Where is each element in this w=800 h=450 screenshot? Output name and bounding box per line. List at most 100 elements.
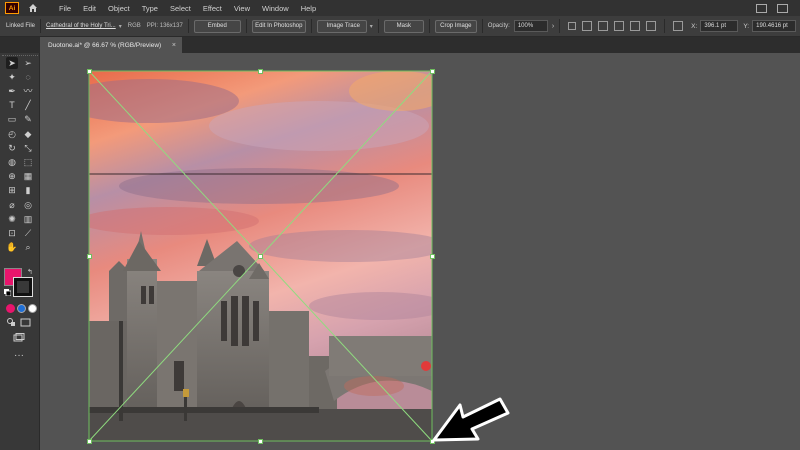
curvature-tool-icon[interactable]: 〰	[22, 85, 34, 97]
divider	[481, 19, 483, 33]
embed-button[interactable]: Embed	[193, 19, 241, 33]
selection-tool-icon[interactable]: ➤	[6, 57, 18, 69]
menu-edit[interactable]: Edit	[77, 4, 102, 13]
hand-tool-icon[interactable]: ✋	[6, 242, 18, 254]
align-right-icon[interactable]	[614, 21, 625, 31]
free-transform-tool-icon[interactable]: ⬚	[22, 156, 34, 168]
menu-view[interactable]: View	[228, 4, 256, 13]
divider	[310, 19, 312, 33]
zoom-tool-icon[interactable]: ⌕	[22, 242, 34, 254]
edit-in-photoshop-button[interactable]: Edit In Photoshop	[251, 19, 306, 33]
mesh-tool-icon[interactable]: ⊞	[6, 185, 18, 197]
crop-image-button[interactable]: Crop Image	[434, 19, 477, 33]
control-bar: Linked File Cathedral of the Holy Tri...…	[0, 16, 800, 37]
resize-handle-right[interactable]	[430, 254, 435, 259]
divider	[187, 19, 189, 33]
image-trace-button[interactable]: Image Trace	[316, 19, 367, 33]
resize-handle-top-left[interactable]	[87, 69, 92, 74]
ppi-value: PPI: 136x137	[146, 23, 183, 29]
resize-handle-bottom-left[interactable]	[87, 439, 92, 444]
menu-help[interactable]: Help	[295, 4, 322, 13]
slice-tool-icon[interactable]: ⟋	[22, 227, 34, 239]
app-logo: Ai	[5, 2, 19, 14]
reference-point-icon[interactable]	[673, 21, 684, 31]
menu-effect[interactable]: Effect	[197, 4, 228, 13]
menu-select[interactable]: Select	[164, 4, 197, 13]
align-center-icon[interactable]	[598, 21, 609, 31]
y-input[interactable]: 190.4616 pt	[752, 20, 797, 32]
home-icon[interactable]	[27, 2, 39, 14]
gradient-mode-icon[interactable]	[17, 304, 26, 313]
resize-handle-top-right[interactable]	[430, 69, 435, 74]
divider	[428, 19, 430, 33]
default-fill-stroke-icon[interactable]	[4, 289, 11, 296]
chevron-right-icon[interactable]: ›	[552, 23, 554, 30]
x-input[interactable]: 396.1 pt	[700, 20, 739, 32]
eyedropper-tool-icon[interactable]: ⌀	[6, 199, 18, 211]
symbol-sprayer-tool-icon[interactable]: ✺	[6, 213, 18, 225]
direct-selection-tool-icon[interactable]: ➢	[22, 57, 34, 69]
close-icon[interactable]: ×	[172, 42, 176, 49]
file-dropdown-icon[interactable]: ▾	[119, 23, 122, 30]
menu-bar: Ai File Edit Object Type Select Effect V…	[0, 0, 800, 16]
menu-items: File Edit Object Type Select Effect View…	[53, 4, 322, 13]
magic-wand-tool-icon[interactable]: ✦	[6, 71, 18, 83]
more-tools-icon[interactable]: ···	[14, 350, 24, 361]
arrange-documents-icon[interactable]	[756, 3, 767, 13]
blend-tool-icon[interactable]: ◎	[22, 199, 34, 211]
align-left-icon[interactable]	[582, 21, 593, 31]
color-mode: RGB	[127, 23, 141, 29]
shaper-tool-icon[interactable]: ◴	[6, 128, 18, 140]
resize-handle-top[interactable]	[258, 69, 263, 74]
mask-button[interactable]: Mask	[383, 19, 424, 33]
document-tab[interactable]: Duotone.ai* @ 66.67 % (RGB/Preview) ×	[40, 37, 182, 53]
window-controls	[756, 3, 788, 13]
none-mode-icon[interactable]	[28, 304, 37, 313]
document-tab-bar: Duotone.ai* @ 66.67 % (RGB/Preview) ×	[0, 37, 800, 53]
lasso-tool-icon[interactable]: ◌	[22, 71, 34, 83]
align-top-icon[interactable]	[630, 21, 641, 31]
change-screen-mode-icon[interactable]	[13, 333, 25, 343]
align-icon[interactable]	[568, 22, 577, 30]
align-middle-icon[interactable]	[646, 21, 657, 31]
opacity-value: 100%	[517, 23, 534, 29]
menu-object[interactable]: Object	[102, 4, 136, 13]
divider	[40, 19, 42, 33]
divider	[245, 19, 247, 33]
workspace-icon[interactable]	[777, 3, 788, 13]
screen-mode-icon[interactable]	[20, 318, 31, 327]
menu-window[interactable]: Window	[256, 4, 295, 13]
image-trace-dropdown-icon[interactable]: ▾	[370, 23, 373, 30]
menu-file[interactable]: File	[53, 4, 77, 13]
type-tool-icon[interactable]: T	[6, 100, 18, 112]
drawing-mode-icon[interactable]	[7, 318, 16, 327]
line-segment-tool-icon[interactable]: ╱	[22, 100, 34, 112]
perspective-grid-tool-icon[interactable]: ▦	[22, 171, 34, 183]
menu-type[interactable]: Type	[136, 4, 164, 13]
eraser-tool-icon[interactable]: ◆	[22, 128, 34, 140]
center-point-handle[interactable]	[258, 254, 263, 259]
gradient-tool-icon[interactable]: ▮	[22, 185, 34, 197]
warp-tool-icon[interactable]: ◍	[6, 156, 18, 168]
resize-handle-left[interactable]	[87, 254, 92, 259]
y-label: Y:	[743, 22, 750, 30]
x-value: 396.1 pt	[704, 23, 726, 29]
opacity-input[interactable]: 100%	[513, 20, 548, 32]
illustrator-window: Ai File Edit Object Type Select Effect V…	[0, 0, 800, 450]
column-graph-tool-icon[interactable]: ▥	[22, 213, 34, 225]
paintbrush-tool-icon[interactable]: ✎	[22, 114, 34, 126]
image-trace-label: Image Trace	[326, 23, 360, 29]
scale-tool-icon[interactable]: ⤡	[22, 142, 34, 154]
color-mode-icon[interactable]	[6, 304, 15, 313]
stroke-color-swatch[interactable]	[13, 277, 33, 297]
artboard-tool-icon[interactable]: ⊡	[6, 227, 18, 239]
swap-fill-stroke-icon[interactable]: ↰	[27, 268, 33, 276]
pen-tool-icon[interactable]: ✒	[6, 85, 18, 97]
x-label: X:	[691, 22, 698, 30]
rotate-tool-icon[interactable]: ↻	[6, 142, 18, 154]
resize-handle-bottom[interactable]	[258, 439, 263, 444]
rectangle-tool-icon[interactable]: ▭	[6, 114, 18, 126]
linked-file-link[interactable]: Cathedral of the Holy Tri...	[46, 23, 116, 29]
document-tab-title: Duotone.ai* @ 66.67 % (RGB/Preview)	[48, 41, 162, 49]
shape-builder-tool-icon[interactable]: ⊕	[6, 171, 18, 183]
